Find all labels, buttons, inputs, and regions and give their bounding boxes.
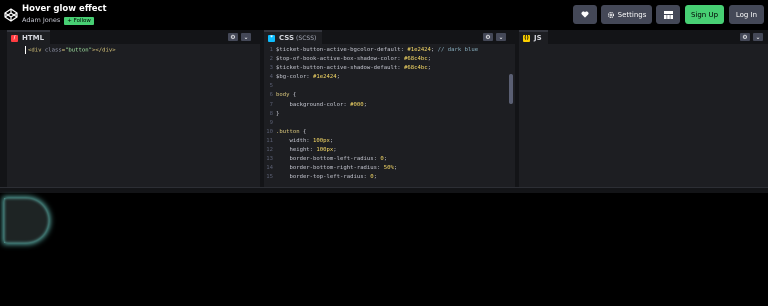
code-text: border-top-left-radius: 0; (276, 174, 378, 181)
code-line: 2 $top-of-book-active-box-shadow-color: #… (264, 55, 515, 64)
js-editor: () JS ⚙ ⌄ (519, 30, 768, 187)
code-text: $ticket-button-active-shadow-default: #6… (276, 65, 431, 72)
log-in-button[interactable]: Log In (729, 5, 764, 24)
html-code-area[interactable]: <div class="button"></div> (7, 46, 260, 187)
code-text: .button { (276, 128, 307, 135)
js-code-area[interactable] (519, 46, 768, 187)
html-icon: / (11, 34, 18, 42)
pen-title[interactable]: Hover glow effect (22, 4, 107, 15)
code-text: } (276, 110, 280, 117)
line-number: 7 (269, 101, 273, 108)
css-settings-button[interactable]: ⚙ (483, 33, 493, 41)
layout-icon (663, 10, 673, 19)
line-number: 3 (269, 65, 273, 72)
author-row: Adam Jones + Follow (22, 16, 107, 25)
css-tab-label: CSS (279, 34, 295, 42)
gear-icon: ⚙ (742, 33, 748, 41)
pen-info: Hover glow effect Adam Jones + Follow (22, 4, 107, 25)
code-text: $top-of-book-active-box-shadow-color: #6… (276, 56, 431, 63)
result-preview (0, 193, 768, 306)
html-expand-button[interactable]: ⌄ (241, 33, 251, 41)
code-line: 1 $ticket-button-active-bgcolor-default: … (264, 46, 515, 55)
code-line: <div class="button"></div> (25, 46, 260, 55)
line-number: 12 (266, 147, 273, 154)
gear-icon: ⚙ (230, 33, 236, 41)
js-editor-header: () JS ⚙ ⌄ (519, 30, 768, 44)
change-view-button[interactable] (656, 5, 680, 24)
code-line: 6 body { (264, 91, 515, 100)
top-bar: Hover glow effect Adam Jones + Follow Se… (0, 0, 768, 30)
sign-up-button[interactable]: Sign Up (685, 5, 724, 24)
js-expand-button[interactable]: ⌄ (753, 33, 763, 41)
js-tab[interactable]: () JS (519, 30, 548, 44)
line-number: 4 (269, 74, 273, 81)
follow-button[interactable]: + Follow (64, 16, 94, 25)
code-line: 5 (264, 82, 515, 91)
code-text: width: 100px; (276, 137, 334, 144)
code-text: <div class="button"></div> (25, 46, 116, 55)
css-scrollbar[interactable] (509, 74, 513, 104)
code-line: 12 height: 100px; (264, 146, 515, 155)
gear-icon: ⚙ (485, 33, 491, 41)
code-text: height: 100px; (276, 147, 337, 154)
chevron-down-icon: ⌄ (498, 33, 504, 41)
code-line: 10 .button { (264, 128, 515, 137)
author-name[interactable]: Adam Jones (22, 16, 60, 25)
chevron-down-icon: ⌄ (243, 33, 249, 41)
css-editor: * CSS (SCSS) ⚙ ⌄ 1 $ticket-button-active-… (264, 30, 515, 187)
html-settings-button[interactable]: ⚙ (228, 33, 238, 41)
css-icon: * (268, 34, 275, 42)
code-line: 7 background-color: #000; (264, 101, 515, 110)
settings-label: Settings (617, 10, 647, 19)
editor-panels: / HTML ⚙ ⌄ <div class="button"></div> * … (0, 30, 768, 187)
html-tab[interactable]: / HTML (7, 30, 51, 44)
line-number: 14 (266, 165, 273, 172)
love-button[interactable] (573, 5, 597, 24)
code-text: border-bottom-left-radius: 0; (276, 156, 388, 163)
line-number: 10 (266, 128, 273, 135)
code-text: $ticket-button-active-bgcolor-default: #… (276, 47, 479, 53)
code-line: 4 $bg-color: #1e2424; (264, 73, 515, 82)
chevron-down-icon: ⌄ (755, 33, 761, 41)
code-text: body { (276, 92, 297, 99)
line-number: 13 (266, 156, 273, 163)
html-editor: / HTML ⚙ ⌄ <div class="button"></div> (7, 30, 260, 187)
gear-icon (607, 11, 614, 18)
codepen-logo-icon[interactable] (4, 8, 18, 22)
code-line: 14 border-bottom-right-radius: 50%; (264, 164, 515, 173)
line-number: 11 (266, 137, 273, 144)
line-number: 2 (269, 56, 273, 63)
css-code-area[interactable]: 1 $ticket-button-active-bgcolor-default: … (264, 46, 515, 187)
text-cursor (25, 46, 26, 54)
css-editor-header: * CSS (SCSS) ⚙ ⌄ (264, 30, 515, 44)
html-editor-header: / HTML ⚙ ⌄ (7, 30, 260, 44)
css-preprocessor-label: (SCSS) (296, 34, 317, 42)
line-number: 6 (269, 92, 273, 99)
heart-icon (581, 11, 589, 18)
settings-button[interactable]: Settings (601, 5, 652, 24)
code-line: 3 $ticket-button-active-shadow-default: #… (264, 64, 515, 73)
line-number: 5 (269, 83, 273, 90)
code-line: 8} (264, 110, 515, 119)
html-tab-label: HTML (22, 34, 45, 42)
code-text: $bg-color: #1e2424; (276, 74, 340, 81)
code-line: 11 width: 100px; (264, 137, 515, 146)
js-icon: () (523, 34, 530, 42)
code-text: background-color: #000; (276, 101, 367, 108)
code-line: 9 (264, 119, 515, 128)
code-line: 13 border-bottom-left-radius: 0; (264, 155, 515, 164)
css-tab[interactable]: * CSS (SCSS) (264, 30, 323, 44)
line-number: 8 (269, 110, 273, 117)
line-number: 1 (269, 47, 273, 53)
line-number: 9 (269, 119, 273, 126)
js-tab-label: JS (534, 34, 542, 42)
code-text: border-bottom-right-radius: 50%; (276, 165, 398, 172)
code-line: 15 border-top-left-radius: 0; (264, 173, 515, 182)
line-number: 15 (266, 174, 273, 181)
js-settings-button[interactable]: ⚙ (740, 33, 750, 41)
glow-button[interactable] (4, 198, 49, 243)
css-expand-button[interactable]: ⌄ (496, 33, 506, 41)
